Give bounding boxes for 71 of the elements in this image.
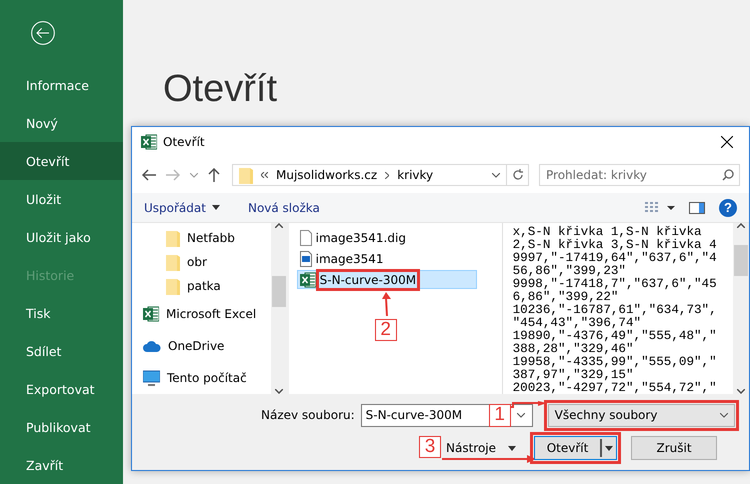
navigation-tree-item[interactable]: Microsoft Excel [132, 298, 271, 330]
navigation-tree-item[interactable]: patka [132, 274, 271, 298]
refresh-icon[interactable] [512, 169, 524, 181]
callout-number: 2 [374, 319, 397, 341]
view-options-icon[interactable] [645, 202, 675, 214]
chevron-down-icon[interactable] [517, 412, 526, 418]
backstage-nav-item[interactable]: Informace [0, 66, 123, 104]
chevron-right-icon [385, 172, 390, 178]
folder-icon [166, 254, 180, 270]
backstage-nav-item[interactable]: Nový [0, 104, 123, 142]
folder-icon [239, 166, 253, 184]
file-name: image3541.dig [316, 230, 406, 244]
backstage-nav-item[interactable]: Zavřít [0, 446, 123, 484]
double-chevron-icon [261, 172, 268, 178]
search-icon [722, 169, 734, 181]
scroll-up-icon[interactable] [274, 223, 283, 228]
navigation-tree-item[interactable]: obr [132, 250, 271, 274]
scroll-up-icon[interactable] [737, 223, 746, 228]
address-bar[interactable]: Mujsolidworks.cz krivky [232, 164, 507, 186]
image-file-icon [300, 250, 312, 266]
callout-number: 3 [419, 436, 441, 458]
backstage-nav-item[interactable]: Exportovat [0, 370, 123, 408]
folder-icon [166, 230, 180, 246]
file-item[interactable]: image3541 [296, 249, 477, 268]
backstage-nav-item[interactable]: Sdílet [0, 332, 123, 370]
navigation-tree-item[interactable]: Tento počítač [132, 362, 271, 394]
backstage-nav-item[interactable]: Uložit jako [0, 218, 123, 256]
new-folder-button[interactable]: Nová složka [246, 198, 322, 216]
close-icon [721, 136, 733, 148]
backstage-nav-item[interactable]: Otevřít [0, 142, 123, 180]
callout-arrow [382, 292, 392, 316]
scrollbar-thumb[interactable] [734, 245, 748, 276]
organize-menu-button[interactable]: Uspořádat [142, 198, 222, 216]
scrollbar-thumb[interactable] [272, 276, 286, 307]
file-item[interactable]: S-N-curve-300M [296, 270, 477, 289]
dialog-title: Otevřít [163, 135, 206, 149]
cancel-button[interactable]: Zrušit [631, 436, 718, 460]
excel-icon [300, 272, 316, 288]
navigation-tree-item[interactable]: Netfabb [132, 226, 271, 250]
page-title: Otevřít [163, 68, 278, 112]
breadcrumb-segment[interactable]: Mujsolidworks.cz [276, 168, 378, 182]
excel-app-icon [141, 134, 157, 150]
search-field[interactable]: Prohledat: krivky [539, 164, 740, 186]
chevron-down-icon[interactable] [492, 172, 500, 178]
file-name-label: Název souboru: [261, 408, 355, 422]
folder-icon [166, 278, 180, 294]
scroll-down-icon[interactable] [737, 389, 746, 394]
backstage-nav-item[interactable]: Publikovat [0, 408, 123, 446]
caret-icon [212, 205, 220, 210]
chevron-down-icon [720, 412, 728, 418]
file-item[interactable]: image3541.dig [296, 228, 477, 247]
scroll-down-icon[interactable] [274, 389, 283, 394]
backstage-nav-item[interactable]: Tisk [0, 294, 123, 332]
cloud-icon [143, 340, 161, 352]
excel-icon [143, 306, 159, 322]
tools-menu-button[interactable]: Nástroje [446, 436, 516, 460]
split-caret-icon [605, 446, 614, 450]
back-icon[interactable] [142, 169, 156, 181]
file-name-field[interactable]: S-N-curve-300M [360, 404, 489, 426]
preview-pane-icon[interactable] [689, 202, 705, 214]
callout-number: 1 [488, 404, 511, 426]
file-name: image3541 [316, 252, 384, 266]
monitor-icon [143, 370, 160, 386]
up-arrow-icon[interactable] [208, 168, 220, 182]
callout-arrow [510, 401, 547, 409]
help-button[interactable]: ? [719, 198, 737, 216]
backstage-nav-item[interactable]: Uložit [0, 180, 123, 218]
breadcrumb-segment[interactable]: krivky [397, 168, 434, 182]
caret-icon [508, 446, 516, 450]
file-icon [300, 230, 312, 246]
navigation-tree-item[interactable]: OneDrive [132, 330, 271, 362]
